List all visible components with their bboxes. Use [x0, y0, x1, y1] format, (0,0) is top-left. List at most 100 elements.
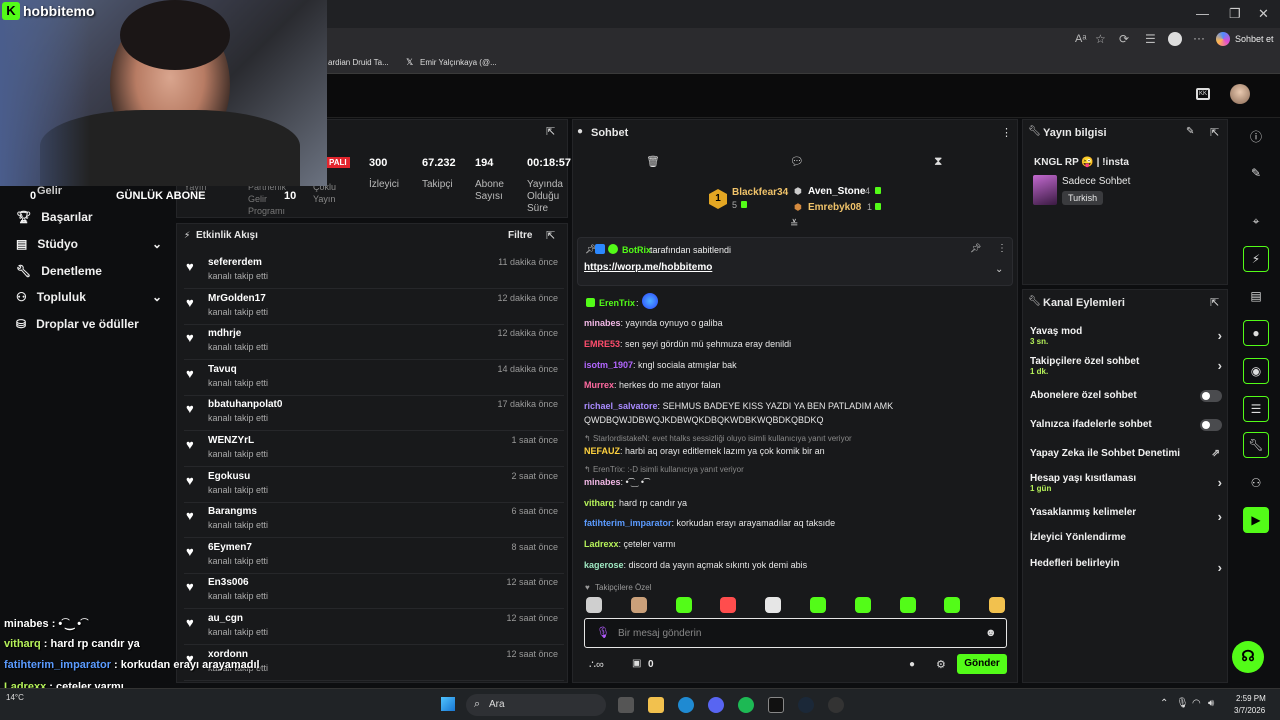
feed-username[interactable]: sefererdem [208, 257, 262, 268]
popout-icon[interactable]: ⇱ [546, 125, 555, 138]
target-icon[interactable]: ⌖ [1243, 208, 1269, 234]
info-icon[interactable]: ⓘ [1243, 123, 1269, 149]
chat-username[interactable]: ErenTrix [599, 298, 635, 308]
channel-action-0[interactable]: Yavaş mod 3 sn. › [1030, 326, 1226, 348]
feed-username[interactable]: En3s006 [208, 577, 249, 588]
edit-pencil-icon[interactable]: ✎ [1186, 126, 1194, 137]
chevron-right-icon[interactable]: › [1218, 509, 1222, 524]
top-gifter-3[interactable]: Emrebyk08 [808, 202, 861, 213]
chevron-up-icon[interactable]: ⌃ [1160, 698, 1168, 709]
chevron-down-icon[interactable]: ⌄ [995, 264, 1003, 275]
terminal-icon[interactable] [768, 697, 784, 713]
pinned-by-user[interactable]: BotRix [622, 245, 651, 255]
points-icon[interactable]: ∴∞ [589, 658, 604, 671]
settings-gear-icon[interactable]: ⚙︎ [936, 658, 946, 671]
task-view-icon[interactable] [618, 697, 634, 713]
emote-icon[interactable] [720, 597, 737, 613]
weather-temp[interactable]: 14°C [6, 693, 24, 702]
feed-row[interactable]: ♥ Barangms kanalı takip etti 6 saat önce [184, 503, 564, 539]
unpin-icon[interactable]: 📌︎ [970, 243, 981, 254]
read-aloud-icon[interactable]: Aᵃ [1075, 33, 1086, 45]
chevron-right-icon[interactable]: › [1218, 328, 1222, 343]
emote-icon[interactable] [675, 597, 692, 613]
trash-icon[interactable]: 🗑︎ [646, 155, 660, 168]
feed-username[interactable]: WENZYrL [208, 435, 254, 446]
feed-username[interactable]: Egokusu [208, 471, 250, 482]
top-gifter-1[interactable]: Blackfear34 [732, 187, 788, 198]
chat-username[interactable]: NEFAUZ [584, 446, 620, 456]
file-explorer-icon[interactable] [648, 697, 664, 713]
chat-bubble-icon[interactable]: ● [909, 659, 915, 670]
emoji-icon[interactable]: ☻ [985, 627, 997, 639]
chevron-right-icon[interactable]: › [1218, 475, 1222, 490]
feed-username[interactable]: Tavuq [208, 364, 237, 375]
clock-date[interactable]: 3/7/2026 [1234, 706, 1265, 715]
maximize-icon[interactable]: ❐ [1229, 6, 1241, 22]
pinned-link[interactable]: https://worp.me/hobbitemo [584, 262, 712, 273]
lightning-icon[interactable]: ⚡︎ [1243, 246, 1269, 272]
filter-button[interactable]: Filtre [508, 230, 532, 241]
chevron-right-icon[interactable]: › [1218, 358, 1222, 373]
extension-icon[interactable]: ⟳ [1119, 32, 1129, 46]
feed-row[interactable]: ♥ 6Eymen7 kanalı takip etti 8 saat önce [184, 539, 564, 574]
favorites-icon[interactable]: ☰ [1145, 32, 1156, 46]
minimize-icon[interactable]: — [1196, 6, 1209, 21]
chat-username[interactable]: Ladrexx [584, 539, 619, 549]
feed-row[interactable]: ♥ Egokusu kanalı takip etti 2 saat önce [184, 468, 564, 503]
channel-action-7[interactable]: İzleyici Yönlendirme [1030, 532, 1226, 554]
channel-action-3[interactable]: Yalnızca ifadelerle sohbet [1030, 419, 1226, 441]
channel-action-8[interactable]: Hedefleri belirleyin › [1030, 558, 1226, 580]
feed-row[interactable]: ♥ mdhrje kanalı takip etti 12 dakika önce [184, 325, 564, 361]
feed-row[interactable]: ♥ sefererdem kanalı takip etti 11 dakika ön… [184, 254, 564, 289]
document-icon[interactable]: ▤ [1243, 283, 1269, 309]
bookmark-1[interactable]: ardian Druid Ta... [328, 58, 389, 67]
feed-row[interactable]: ♥ WENZYrL kanalı takip etti 1 saat önce [184, 432, 564, 467]
avatar[interactable] [1230, 84, 1250, 104]
microphone-icon[interactable]: 🎙︎ [1176, 698, 1189, 709]
video-icon[interactable]: ▶ [1243, 507, 1269, 533]
chat-bubble-icon[interactable]: 💬︎ [790, 155, 804, 168]
channel-action-2[interactable]: Abonelere özel sohbet [1030, 390, 1226, 412]
feed-username[interactable]: bbatuhanpolat0 [208, 399, 282, 410]
broadcast-icon[interactable]: ◉ [1243, 358, 1269, 384]
pinned-menu-icon[interactable]: ⋮ [997, 243, 1007, 254]
popout-icon[interactable]: ⇱ [546, 229, 555, 242]
gift-box-icon[interactable]: ▣ [632, 658, 641, 669]
copilot-chat-button[interactable]: Sohbet et [1235, 34, 1274, 44]
sidebar-item-denetleme[interactable]: 🔧︎ Denetleme [16, 264, 102, 278]
feed-username[interactable]: mdhrje [208, 328, 241, 339]
emote-icon[interactable] [989, 597, 1006, 613]
bookmark-2[interactable]: Emir Yalçınkaya (@... [420, 58, 497, 67]
volume-icon[interactable]: 🔊︎ [1208, 698, 1214, 709]
chat-username[interactable]: minabes [584, 318, 621, 328]
chat-username[interactable]: kagerose [584, 560, 624, 570]
channel-action-1[interactable]: Takipçilere özel sohbet 1 dk. › [1030, 356, 1226, 378]
feed-username[interactable]: au_cgn [208, 613, 243, 624]
dashboard-icon[interactable]: KK [1196, 88, 1210, 100]
channel-action-5[interactable]: Hesap yaşı kısıtlaması 1 gün › [1030, 473, 1226, 495]
favorite-star-icon[interactable]: ☆ [1095, 32, 1106, 46]
feed-username[interactable]: MrGolden17 [208, 293, 266, 304]
chat-bubble-icon[interactable]: ● [1243, 320, 1269, 346]
support-chat-icon[interactable]: ☊ [1232, 641, 1264, 673]
more-icon[interactable]: ··· [1193, 31, 1205, 45]
emote-icon[interactable] [586, 597, 602, 613]
chat-username[interactable]: EMRE53 [584, 339, 620, 349]
chat-username[interactable]: minabes [584, 477, 621, 487]
sidebar-item-droplar[interactable]: ⛁ Droplar ve ödüller [16, 317, 139, 331]
channel-action-4[interactable]: Yapay Zeka ile Sohbet Denetimi ⇗ [1030, 448, 1226, 470]
feed-username[interactable]: xordonn [208, 649, 248, 660]
steam-icon[interactable] [798, 697, 814, 713]
popout-icon[interactable]: ⇱ [1210, 296, 1219, 309]
send-button[interactable]: Gönder [957, 654, 1007, 674]
emote-icon[interactable] [765, 597, 782, 613]
windows-start-icon[interactable] [441, 697, 455, 711]
microphone-icon[interactable]: 🎙︎ [596, 626, 610, 639]
feed-row[interactable]: ♥ au_cgn kanalı takip etti 12 saat önce [184, 610, 564, 645]
wifi-icon[interactable]: ◠ [1192, 698, 1201, 709]
feed-row[interactable]: ♥ MrGolden17 kanalı takip etti 12 dakika ön… [184, 290, 564, 325]
edge-icon[interactable] [678, 697, 694, 713]
chat-username[interactable]: fatihterim_imparator [584, 518, 672, 528]
chevron-right-icon[interactable]: › [1218, 560, 1222, 575]
chat-username[interactable]: Murrex [584, 380, 614, 390]
